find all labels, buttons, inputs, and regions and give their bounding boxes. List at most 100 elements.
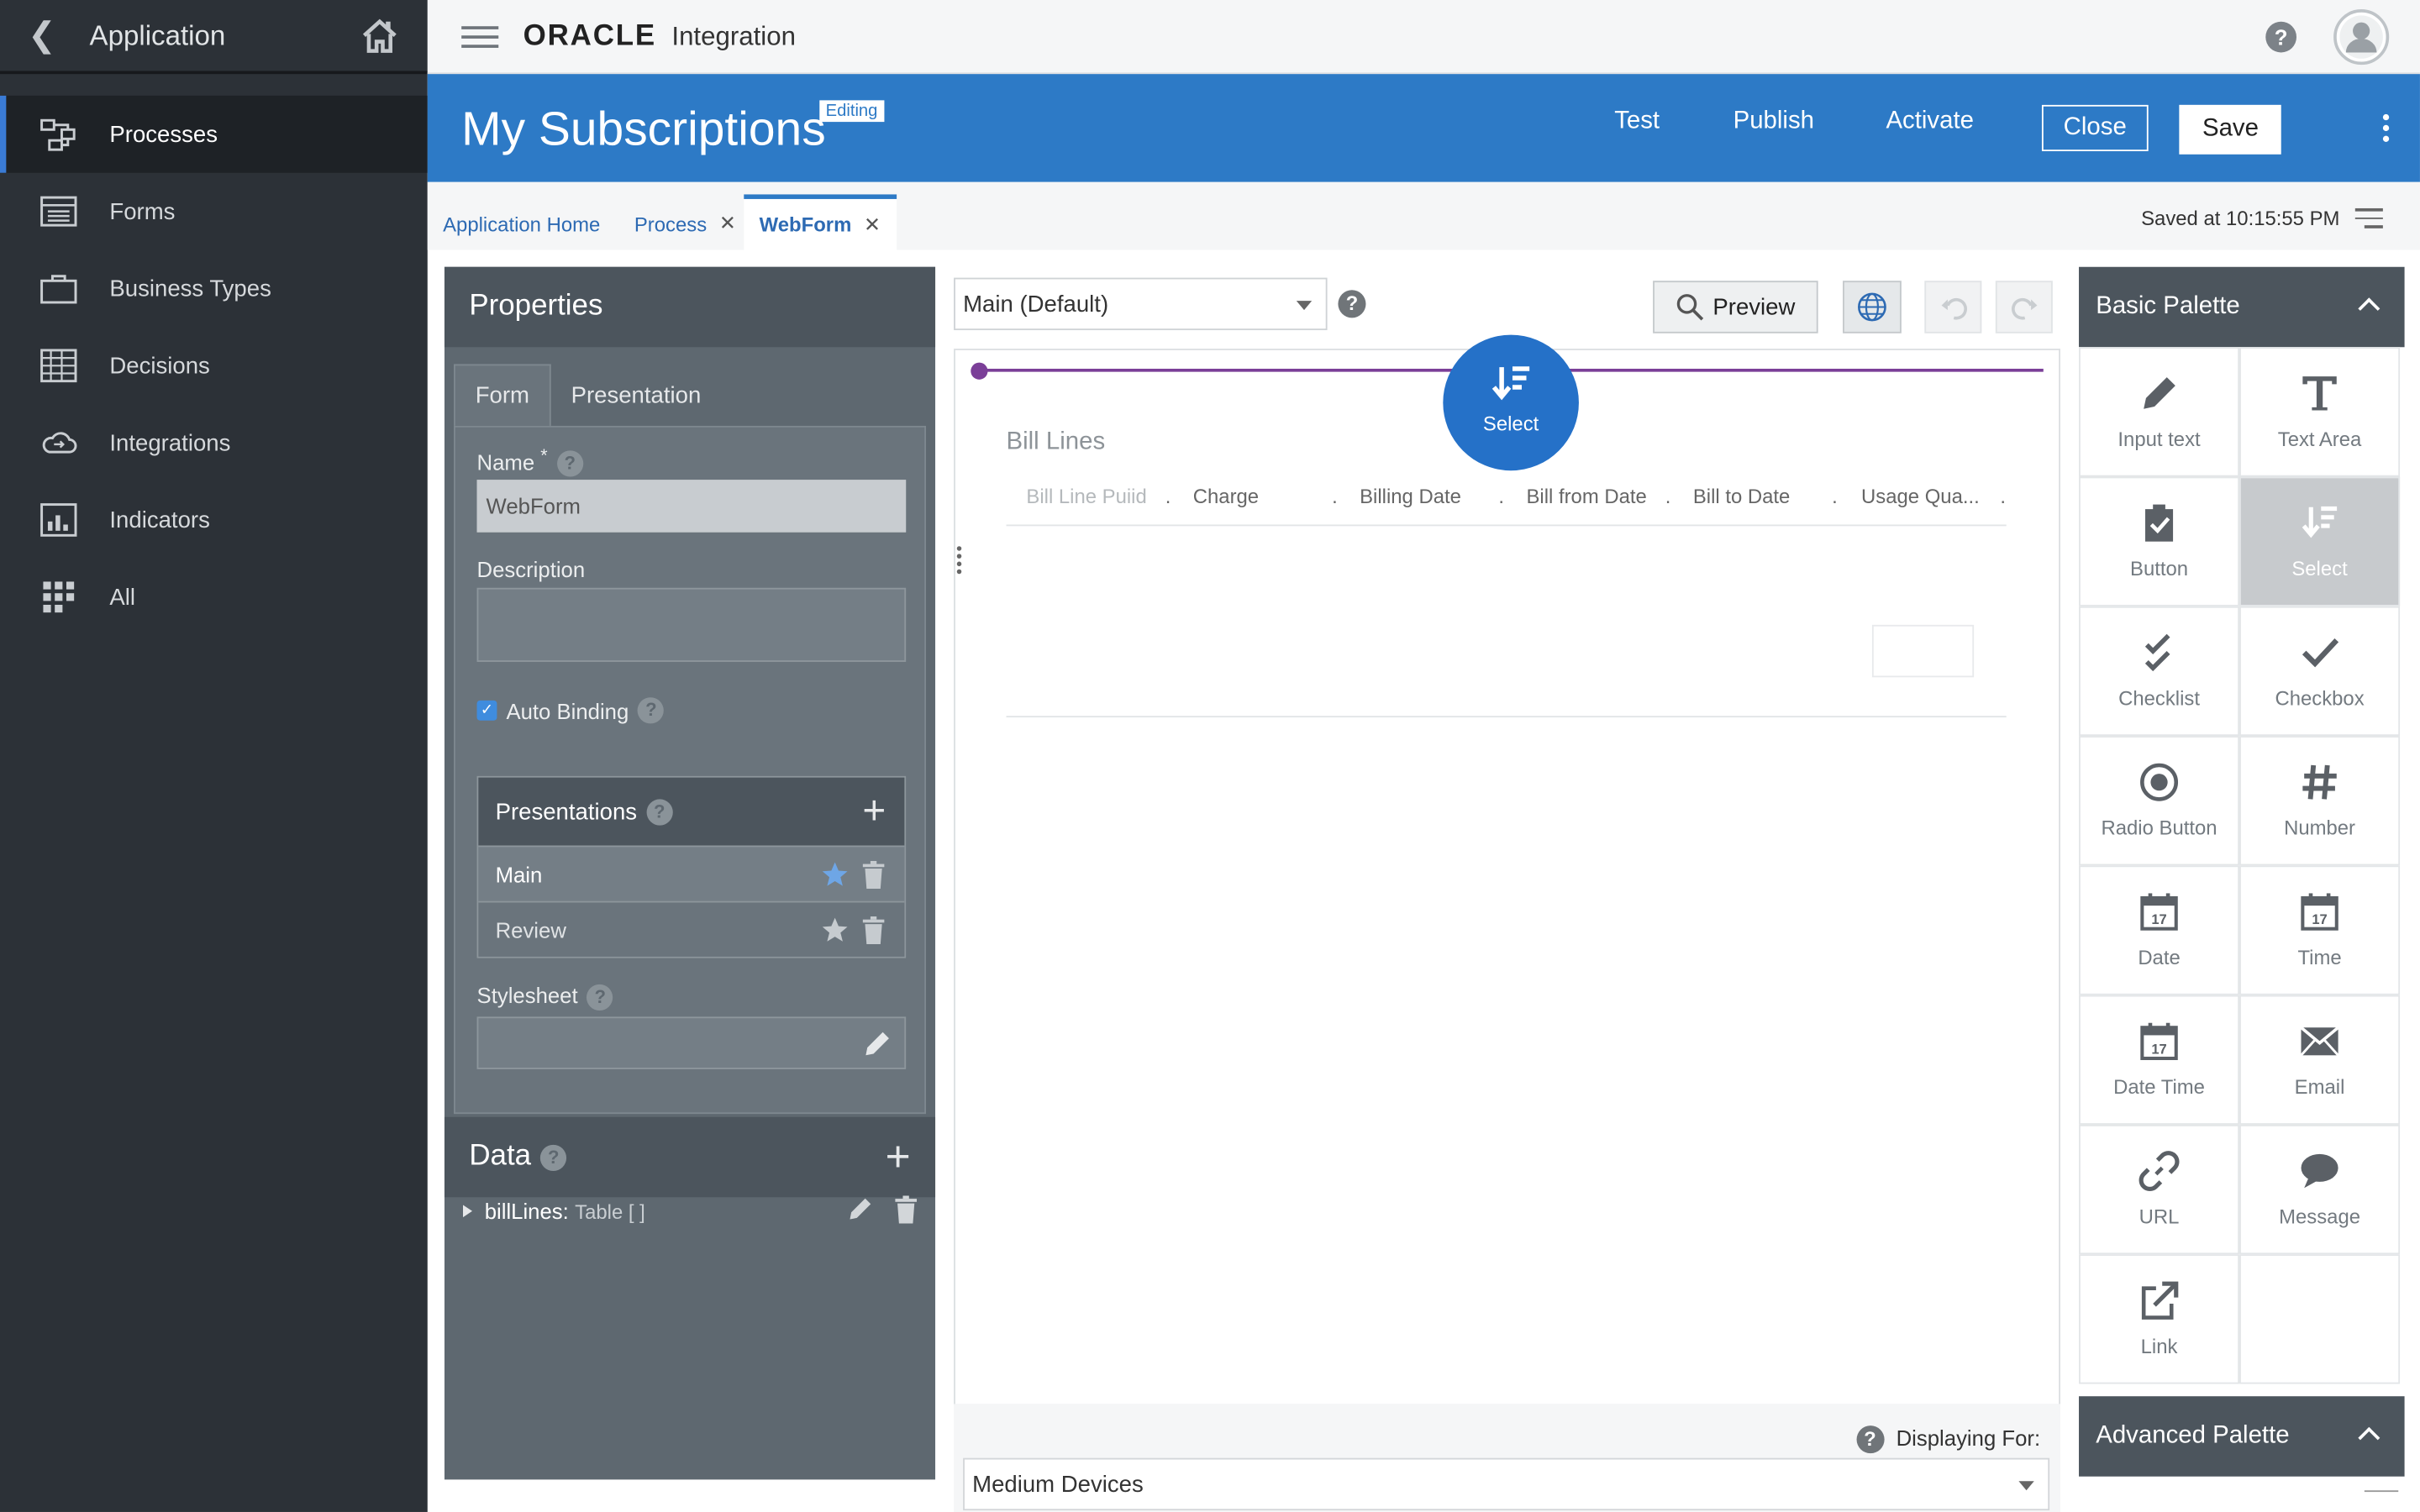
properties-panel: Properties Form Presentation Name *? Web… — [444, 266, 936, 1480]
required-mark: * — [540, 445, 548, 466]
column-header[interactable]: Bill to Date — [1693, 485, 1790, 508]
name-field[interactable]: WebForm — [476, 480, 907, 533]
palette-item-text-area[interactable]: Text Area — [2239, 347, 2401, 477]
avatar[interactable] — [2333, 9, 2390, 66]
help-icon[interactable]: ? — [638, 697, 665, 724]
column-header[interactable]: Usage Qua... — [1861, 485, 1980, 508]
palette-item-date[interactable]: 17 Date — [2079, 865, 2240, 995]
palette-item-checkbox[interactable]: Checkbox — [2239, 606, 2401, 737]
help-icon[interactable]: ? — [2265, 21, 2297, 53]
tab-process[interactable]: Process ✕ — [634, 197, 736, 249]
test-button[interactable]: Test — [1614, 108, 1660, 136]
stylesheet-field[interactable] — [476, 1016, 907, 1069]
sidebar-item-indicators[interactable]: Indicators — [0, 481, 428, 559]
tab-form[interactable]: Form — [453, 364, 551, 426]
back-icon[interactable]: ❮ — [28, 15, 89, 55]
palette-item-time[interactable]: 17 Time — [2239, 865, 2401, 995]
language-button[interactable] — [1843, 281, 1902, 333]
palette-item-email[interactable]: Email — [2239, 995, 2401, 1125]
column-separator: . — [1332, 484, 1338, 508]
add-data-icon[interactable]: + — [886, 1135, 911, 1179]
close-tab-icon[interactable]: ✕ — [864, 213, 881, 237]
expand-icon[interactable] — [463, 1205, 473, 1218]
drag-handle-icon[interactable] — [956, 546, 970, 577]
palette-item-message[interactable]: Message — [2239, 1124, 2401, 1255]
save-button[interactable]: Save — [2179, 104, 2282, 155]
chevron-down-icon — [1296, 301, 1313, 311]
advanced-palette-header[interactable]: Advanced Palette — [2079, 1396, 2405, 1477]
more-options-icon[interactable] — [2382, 113, 2390, 147]
chevron-up-icon[interactable] — [2358, 297, 2381, 320]
palette-item-checklist[interactable]: Checklist — [2079, 606, 2240, 737]
chevron-up-icon[interactable] — [2358, 1426, 2381, 1449]
basic-palette-header[interactable]: Basic Palette — [2079, 266, 2405, 348]
trash-icon[interactable] — [895, 1195, 917, 1224]
tab-application-home[interactable]: Application Home — [443, 197, 600, 249]
undo-button[interactable] — [1924, 281, 1982, 333]
column-header[interactable]: Bill Line Puiid — [1026, 485, 1146, 508]
tab-label: Process — [634, 212, 708, 236]
sidebar-item-decisions[interactable]: Decisions — [0, 327, 428, 404]
palette-item-number[interactable]: Number — [2239, 736, 2401, 866]
star-icon[interactable] — [821, 861, 849, 889]
data-item-billlines[interactable]: billLines: Table [ ] — [463, 1194, 926, 1228]
resize-handle-icon[interactable] — [2364, 1490, 2399, 1505]
help-icon[interactable]: ? — [646, 798, 673, 825]
tab-webform[interactable]: WebForm ✕ — [744, 194, 897, 250]
help-icon[interactable]: ? — [540, 1143, 567, 1171]
palette-item-url[interactable]: URL — [2079, 1124, 2240, 1255]
trash-icon[interactable] — [862, 916, 885, 945]
calendar-day: 17 — [2151, 1041, 2166, 1057]
auto-binding-checkbox[interactable]: ✓ Auto Binding? — [476, 697, 665, 724]
advanced-palette-title: Advanced Palette — [2096, 1422, 2290, 1449]
sidebar-item-business-types[interactable]: Business Types — [0, 250, 428, 328]
help-icon[interactable]: ? — [556, 451, 583, 478]
radio-icon — [2140, 763, 2179, 801]
sidebar-item-forms[interactable]: Forms — [0, 173, 428, 250]
add-presentation-icon[interactable]: + — [862, 790, 886, 830]
palette-item-radio-button[interactable]: Radio Button — [2079, 736, 2240, 866]
trash-icon[interactable] — [862, 860, 885, 889]
presentation-row-main[interactable]: Main — [478, 845, 905, 901]
column-header[interactable]: Billing Date — [1360, 485, 1461, 508]
sidebar-item-all[interactable]: All — [0, 559, 428, 636]
list-icon[interactable] — [2354, 207, 2383, 234]
column-header[interactable]: Bill from Date — [1526, 485, 1646, 508]
help-icon[interactable]: ? — [1338, 290, 1366, 318]
device-select[interactable]: Medium Devices — [963, 1457, 2050, 1511]
help-icon[interactable]: ? — [1855, 1425, 1884, 1454]
sidebar-title: Application — [89, 18, 226, 50]
description-field[interactable] — [476, 587, 907, 662]
palette-item-select[interactable]: Select — [2239, 476, 2401, 606]
page-header: My Subscriptions Editing Test Publish Ac… — [427, 74, 2420, 182]
palette-item-link[interactable]: Link — [2079, 1254, 2240, 1384]
palette-item-input-text[interactable]: Input text — [2079, 347, 2240, 477]
pencil-icon[interactable] — [861, 1029, 892, 1060]
palette-item-button[interactable]: Button — [2079, 476, 2240, 606]
tab-presentation[interactable]: Presentation — [551, 364, 721, 425]
sidebar-item-label: Business Types — [109, 275, 271, 302]
home-icon[interactable] — [360, 15, 400, 55]
close-button[interactable]: Close — [2041, 104, 2149, 151]
sidebar-item-integrations[interactable]: Integrations — [0, 404, 428, 481]
pencil-icon[interactable] — [846, 1195, 874, 1223]
dragging-select-component[interactable]: Select — [1443, 334, 1579, 471]
redo-button[interactable] — [1995, 281, 2053, 333]
star-icon[interactable] — [821, 916, 849, 944]
help-icon[interactable]: ? — [587, 984, 613, 1011]
name-label-text: Name — [476, 449, 535, 475]
form-canvas[interactable]: Select Bill Lines Bill Line Puiid . Char… — [954, 334, 2060, 1406]
sidebar-item-processes[interactable]: Processes — [0, 95, 428, 173]
hamburger-menu-icon[interactable] — [461, 19, 499, 53]
publish-button[interactable]: Publish — [1733, 108, 1814, 136]
preview-button[interactable]: Preview — [1653, 281, 1818, 333]
close-tab-icon[interactable]: ✕ — [719, 212, 736, 236]
sidebar-item-label: Processes — [109, 121, 218, 148]
presentation-row-review[interactable]: Review — [478, 900, 905, 957]
activate-button[interactable]: Activate — [1886, 108, 1974, 136]
presentation-select[interactable]: Main (Default) — [954, 277, 1328, 331]
displaying-for-label: Displaying For: — [1896, 1425, 2041, 1451]
palette-item-date-time[interactable]: 17 Date Time — [2079, 995, 2240, 1125]
undo-icon — [1940, 297, 1967, 320]
column-header[interactable]: Charge — [1193, 485, 1259, 508]
